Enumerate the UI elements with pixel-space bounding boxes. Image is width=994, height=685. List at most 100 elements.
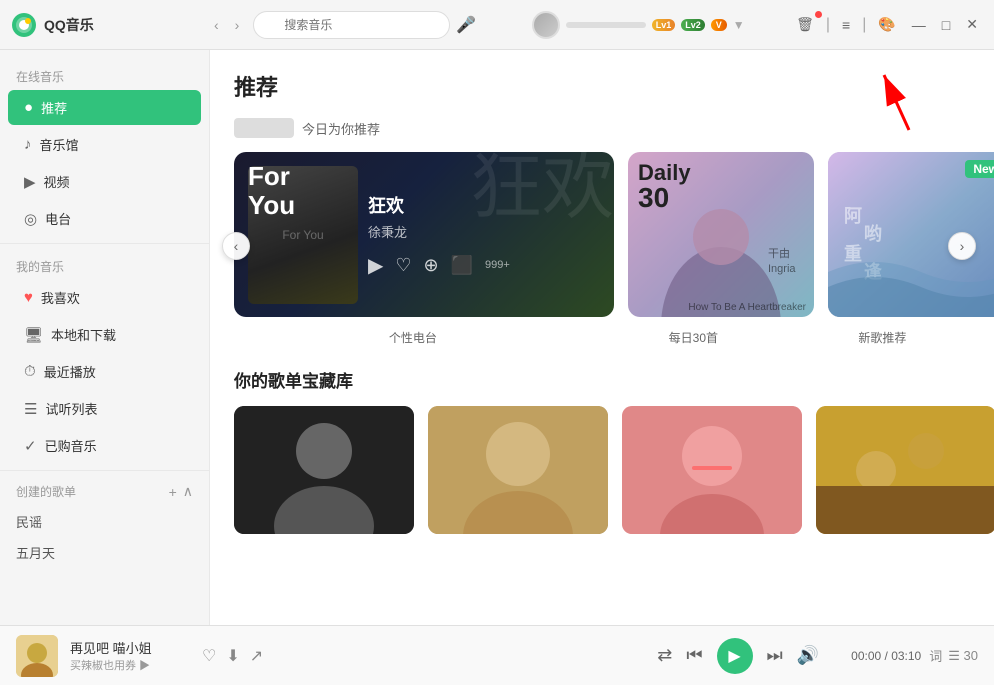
svg-text:重: 重 bbox=[844, 243, 862, 264]
scroll-left-button[interactable]: ‹ bbox=[222, 232, 250, 260]
online-music-label: 在线音乐 bbox=[0, 60, 209, 89]
vip-badge: V bbox=[711, 19, 727, 31]
bottom-player: 再见吧 喵小姐 买辣椒也用券 ▶ ♡ ⬇ ↗ ⇄ ⏮ ▶ ⏭ 🔊 00:00 /… bbox=[0, 625, 994, 685]
add-playlist-button[interactable]: + bbox=[169, 483, 177, 500]
sidebar-item-recommend[interactable]: ● 推荐 bbox=[8, 90, 201, 125]
time-total: 03:10 bbox=[891, 649, 921, 663]
list-count: 30 bbox=[964, 648, 978, 663]
share-button[interactable]: ⬛ bbox=[451, 255, 473, 276]
heart-icon: ♥ bbox=[24, 289, 33, 306]
sidebar-item-local[interactable]: 🖥 本地和下载 bbox=[8, 317, 201, 352]
playlist-grid bbox=[234, 406, 970, 534]
person-face-4 bbox=[816, 406, 994, 534]
sidebar-divider bbox=[0, 243, 209, 244]
logo-area: QQ音乐 bbox=[10, 11, 210, 39]
content-area: 推荐 今日为你推荐 ‹ For You For You bbox=[210, 50, 994, 625]
list-icon: ☰ bbox=[24, 400, 37, 418]
menu-button[interactable]: ≡ bbox=[836, 14, 856, 36]
player-thumbnail[interactable] bbox=[16, 635, 58, 677]
song-name: 狂欢 bbox=[368, 192, 600, 218]
nav-back-button[interactable]: ‹ bbox=[210, 15, 223, 35]
player-promo: 买辣椒也用券 ▶ bbox=[70, 657, 190, 673]
playlist-count-button[interactable]: ☰ 30 bbox=[948, 648, 978, 664]
music-hall-icon: ♪ bbox=[24, 136, 32, 153]
daily30-card-label: 每日30首 bbox=[669, 331, 718, 345]
notification-dot bbox=[815, 11, 822, 18]
search-wrap: 🔍 🎤 bbox=[253, 11, 476, 39]
sidebar-item-label: 音乐馆 bbox=[40, 135, 79, 154]
for-text: For bbox=[248, 162, 295, 191]
search-input[interactable] bbox=[253, 11, 450, 39]
play-icon: ▶ bbox=[728, 646, 740, 666]
maximize-button[interactable]: □ bbox=[936, 14, 956, 36]
cards-section: ‹ For You For You 狂欢 狂欢 bbox=[234, 152, 970, 347]
album-label: For You bbox=[282, 228, 323, 242]
skin-button[interactable]: 🎨 bbox=[872, 13, 901, 36]
foryou-title: For You bbox=[248, 162, 295, 219]
player-right: 00:00 / 03:10 词 ☰ 30 bbox=[851, 646, 978, 665]
daily30-card[interactable]: Daily 30 干由 Ingria How To Be A Heartbrea… bbox=[628, 152, 814, 317]
playlist-thumb-3[interactable] bbox=[622, 406, 802, 534]
sidebar-item-label: 本地和下载 bbox=[51, 325, 116, 344]
like-count: 999+ bbox=[485, 259, 510, 271]
sidebar-item-trial[interactable]: ☰ 试听列表 bbox=[8, 391, 201, 426]
foryou-label: 个性电台 bbox=[234, 329, 592, 347]
prev-button[interactable]: ⏮ bbox=[686, 645, 702, 666]
play-pause-button[interactable]: ▶ bbox=[717, 638, 753, 674]
sidebar-item-label: 电台 bbox=[45, 209, 71, 228]
sidebar-item-radio[interactable]: ◎ 电台 bbox=[8, 201, 201, 236]
computer-icon: 🖥 bbox=[24, 326, 43, 344]
recommend-icon: ● bbox=[24, 99, 33, 116]
foryou-card[interactable]: For You For You 狂欢 狂欢 徐秉龙 ▶ ♡ bbox=[234, 152, 614, 317]
daily30-person-svg: 干由 Ingria bbox=[628, 197, 814, 317]
sidebar-item-video[interactable]: ▶ 视频 bbox=[8, 164, 201, 199]
user-area: Lv1 Lv2 V ▼ bbox=[486, 11, 790, 39]
add-to-list-button[interactable]: ⊕ bbox=[424, 255, 439, 276]
volume-button[interactable]: 🔊 bbox=[797, 645, 819, 666]
avatar-image bbox=[532, 11, 560, 39]
scroll-right-button[interactable]: › bbox=[948, 232, 976, 260]
sidebar-item-label: 最近播放 bbox=[44, 362, 96, 381]
qq-music-logo-icon bbox=[10, 11, 38, 39]
player-share-button[interactable]: ↗ bbox=[250, 646, 263, 666]
player-heart-button[interactable]: ♡ bbox=[202, 646, 216, 666]
collapse-button[interactable]: ∧ bbox=[183, 483, 193, 500]
playlist-item-wuyuetian[interactable]: 五月天 bbox=[0, 537, 209, 568]
sidebar-item-recent[interactable]: ⏱ 最近播放 bbox=[8, 354, 201, 389]
clock-icon: ⏱ bbox=[24, 363, 36, 380]
separator: | bbox=[826, 16, 830, 34]
next-button[interactable]: ⏭ bbox=[767, 645, 783, 666]
extra-controls: 词 ☰ 30 bbox=[929, 646, 978, 665]
separator2: | bbox=[862, 16, 866, 34]
mic-button[interactable]: 🎤 bbox=[456, 15, 476, 35]
playlist-thumb-4[interactable] bbox=[816, 406, 994, 534]
avatar[interactable] bbox=[532, 11, 560, 39]
sidebar-item-music-hall[interactable]: ♪ 音乐馆 bbox=[8, 127, 201, 162]
daily30-number: 30 bbox=[638, 184, 691, 212]
close-button[interactable]: ✕ bbox=[960, 13, 984, 36]
playlist-thumb-1[interactable] bbox=[234, 406, 414, 534]
player-download-button[interactable]: ⬇ bbox=[226, 646, 239, 666]
lyrics-button[interactable]: 词 bbox=[929, 646, 942, 665]
sidebar-item-purchased[interactable]: ✓ 已购音乐 bbox=[8, 428, 201, 463]
check-icon: ✓ bbox=[24, 437, 37, 455]
sidebar-item-favorites[interactable]: ♥ 我喜欢 bbox=[8, 280, 201, 315]
svg-text:阿: 阿 bbox=[844, 206, 862, 226]
play-next-button[interactable]: ▶ bbox=[368, 253, 383, 278]
like-button[interactable]: ♡ bbox=[395, 255, 411, 276]
shuffle-button[interactable]: ⇄ bbox=[657, 645, 672, 666]
username-bar bbox=[566, 22, 646, 28]
playlist-thumb-2[interactable] bbox=[428, 406, 608, 534]
minimize-button[interactable]: — bbox=[906, 14, 932, 36]
time-display: 00:00 / 03:10 bbox=[851, 649, 921, 663]
radio-icon: ◎ bbox=[24, 210, 37, 228]
person-face-2 bbox=[428, 406, 608, 534]
playlist-item-minyao[interactable]: 民谣 bbox=[0, 506, 209, 537]
player-song-title: 再见吧 喵小姐 bbox=[70, 638, 190, 657]
section-actions: + ∧ bbox=[169, 483, 193, 500]
svg-text:Ingria: Ingria bbox=[768, 263, 796, 275]
daily30-overlay: Daily 30 bbox=[638, 162, 691, 212]
person-svg-4 bbox=[816, 406, 994, 534]
song-artist: 徐秉龙 bbox=[368, 222, 600, 241]
nav-forward-button[interactable]: › bbox=[231, 15, 244, 35]
